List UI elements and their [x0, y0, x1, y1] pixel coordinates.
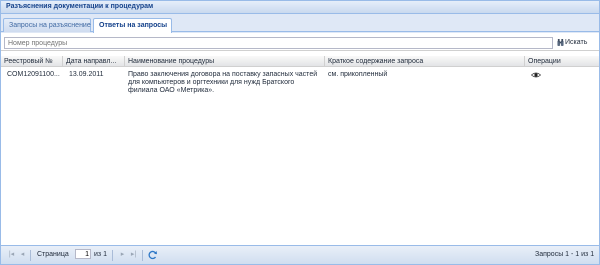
page-count-label: из 1 — [94, 251, 107, 258]
cell-operations — [525, 71, 599, 78]
tab-bar: Запросы на разъяснение Ответы на запросы — [1, 15, 599, 33]
pager-status: Запросы 1 - 1 из 1 — [535, 251, 595, 258]
next-page-icon[interactable]: ▸ — [118, 250, 127, 260]
clarifications-panel: Разъяснения документации к процедурам За… — [0, 0, 600, 265]
binoculars-icon — [557, 39, 564, 46]
search-button-label: Искать — [565, 39, 588, 46]
cell-date: 13.09.2011 — [69, 71, 104, 78]
paging-toolbar: |◂ ◂ Страница из 1 ▸ ▸| Запросы 1 - 1 из… — [1, 245, 599, 264]
search-button[interactable]: Искать — [557, 37, 597, 49]
procedure-number-input[interactable] — [4, 37, 553, 49]
refresh-icon[interactable] — [148, 250, 158, 260]
cell-procedure: Право заключения договора на поставку за… — [128, 71, 318, 94]
cell-summary: см. прикопленный — [328, 71, 388, 78]
pager-divider — [142, 250, 143, 261]
cell-reg-no: COM12091100... — [7, 71, 60, 78]
pager-divider — [30, 250, 31, 261]
panel-header: Разъяснения документации к процедурам — [1, 1, 599, 14]
column-header-procedure[interactable]: Наименование процедуры — [125, 56, 325, 67]
tab-answers[interactable]: Ответы на запросы — [93, 18, 172, 33]
column-header-reg-no[interactable]: Реестровый № — [1, 56, 63, 67]
prev-page-icon[interactable]: ◂ — [18, 250, 27, 260]
eye-icon[interactable] — [531, 72, 541, 78]
first-page-icon[interactable]: |◂ — [7, 250, 16, 260]
page-label: Страница — [37, 251, 69, 258]
panel-title: Разъяснения документации к процедурам — [6, 3, 154, 10]
tab-content: Искать Реестровый № Дата направл... Наим… — [1, 33, 599, 245]
pager-divider — [112, 250, 113, 261]
table-row[interactable]: COM12091100... 13.09.2011 Право заключен… — [1, 68, 599, 96]
last-page-icon[interactable]: ▸| — [129, 250, 138, 260]
column-header-date[interactable]: Дата направл... — [63, 56, 125, 67]
search-toolbar: Искать — [1, 33, 599, 51]
column-header-summary[interactable]: Краткое содержание запроса — [325, 56, 525, 67]
page-number-input[interactable] — [75, 249, 91, 259]
tab-clarification-requests[interactable]: Запросы на разъяснение — [3, 18, 91, 32]
grid-header: Реестровый № Дата направл... Наименовани… — [1, 56, 599, 67]
column-header-operations[interactable]: Операции — [525, 56, 599, 67]
